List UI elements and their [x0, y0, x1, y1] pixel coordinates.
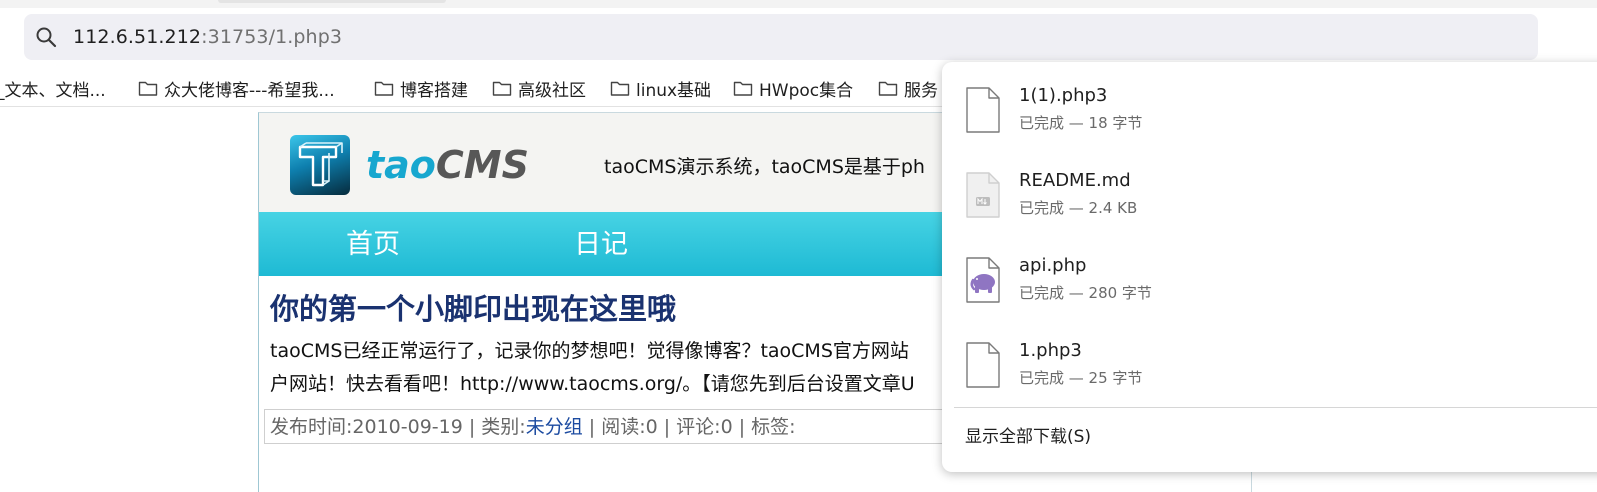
- download-status: 已完成 — 18 字节: [1019, 114, 1143, 132]
- logo-t-mark: [298, 142, 343, 187]
- bookmark-folder-blog-setup[interactable]: 博客搭建: [374, 76, 468, 101]
- bookmark-docs[interactable]: _文本、文档...: [0, 76, 106, 101]
- post-meta: 发布时间:2010-09-19 | 类别:未分组 | 阅读:0 | 评论:0 |…: [270, 413, 796, 441]
- logo-tao: tao: [366, 143, 436, 187]
- bookmark-folder-services[interactable]: 服务: [878, 76, 938, 101]
- bookmark-folder-community[interactable]: 高级社区: [492, 76, 586, 101]
- nav-diary-link[interactable]: 日记: [574, 228, 628, 262]
- download-item[interactable]: [942, 325, 1597, 403]
- bookmark-folder-linux[interactable]: linux基础: [610, 76, 712, 101]
- download-filename: README.md: [1019, 170, 1131, 191]
- folder-icon: [138, 81, 158, 96]
- file-icon: [966, 87, 1000, 133]
- post-meta-stats: | 阅读:0 | 评论:0 | 标签:: [582, 416, 796, 438]
- post-body-line: 户网站！快去看看吧！http://www.taocms.org/。【请您先到后台…: [270, 373, 915, 395]
- nav-home-link[interactable]: 首页: [346, 228, 400, 262]
- browser-tab[interactable]: [218, 0, 446, 3]
- folder-icon: [492, 81, 512, 96]
- bookmark-label: 高级社区: [518, 80, 586, 101]
- download-status: 已完成 — 25 字节: [1019, 369, 1143, 387]
- download-status: 已完成 — 2.4 KB: [1019, 199, 1138, 217]
- logo-cms: CMS: [435, 143, 529, 187]
- folder-icon: [733, 81, 753, 96]
- download-item[interactable]: [942, 240, 1597, 318]
- post-body-line: taoCMS已经正常运行了，记录你的梦想吧！觉得像博客？taoCMS官方网站: [270, 340, 909, 362]
- bookmark-label: HWpoc集合: [759, 80, 854, 101]
- post-title[interactable]: 你的第一个小脚印出现在这里哦: [270, 290, 676, 328]
- folder-icon: [610, 81, 630, 96]
- taocms-logo-icon[interactable]: [290, 135, 350, 195]
- downloads-divider: [954, 407, 1597, 408]
- address-host: 112.6.51.212: [73, 26, 202, 48]
- post-meta-date: 发布时间:2010-09-19 | 类别:: [270, 416, 526, 438]
- bookmark-label: 众大佬博客---希望我...: [164, 80, 335, 101]
- bookmark-label: 服务: [904, 80, 938, 101]
- download-item[interactable]: [942, 70, 1597, 148]
- search-icon: [36, 27, 57, 48]
- folder-icon: [374, 81, 394, 96]
- site-slogan: taoCMS演示系统，taoCMS是基于ph: [604, 156, 925, 178]
- bookmark-label: linux基础: [636, 80, 712, 101]
- bookmark-folder-hwpoc[interactable]: HWpoc集合: [733, 76, 854, 101]
- site-logo-text[interactable]: taoCMS: [366, 143, 529, 187]
- markdown-file-icon: [966, 172, 1000, 218]
- bookmark-label: _文本、文档...: [0, 80, 106, 101]
- download-filename: api.php: [1019, 255, 1087, 276]
- address-url[interactable]: 112.6.51.212:31753/1.php3: [73, 24, 342, 50]
- download-status: 已完成 — 280 字节: [1019, 284, 1152, 302]
- address-path: :31753/1.php3: [201, 26, 343, 48]
- bookmark-label: 博客搭建: [400, 80, 468, 101]
- post-category-link[interactable]: 未分组: [526, 416, 583, 438]
- show-all-downloads-button[interactable]: 显示全部下载(S): [965, 425, 1091, 449]
- folder-icon: [878, 81, 898, 96]
- download-filename: 1(1).php3: [1019, 85, 1108, 106]
- download-item[interactable]: [942, 155, 1597, 233]
- file-icon: [966, 342, 1000, 388]
- download-filename: 1.php3: [1019, 340, 1082, 361]
- php-elephant-icon: [966, 257, 1000, 303]
- bookmark-folder-blogs[interactable]: 众大佬博客---希望我...: [138, 76, 335, 101]
